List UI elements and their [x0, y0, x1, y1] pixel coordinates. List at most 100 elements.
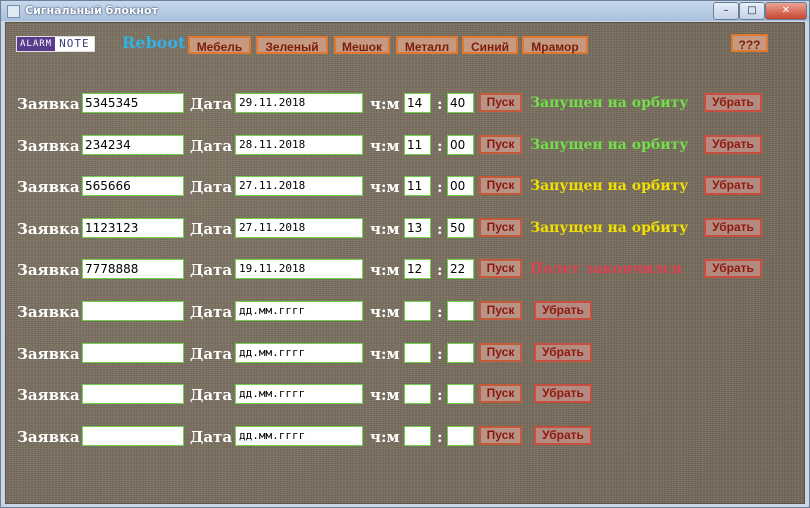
- app-window: Сигнальный блокнот – □ ✕ ALARM NOTE Rebo…: [0, 0, 810, 508]
- time-separator: :: [437, 345, 443, 363]
- status-text: Запущен на орбиту: [530, 220, 689, 236]
- request-number-input[interactable]: 565666: [82, 176, 184, 196]
- logo-alarm: ALARM: [17, 37, 56, 51]
- remove-button[interactable]: Убрать: [534, 426, 592, 445]
- minute-input[interactable]: 50: [447, 218, 474, 238]
- theme-button-green[interactable]: Зеленый: [256, 36, 328, 54]
- date-input[interactable]: дд.мм.гггг: [235, 426, 363, 446]
- remove-button[interactable]: Убрать: [534, 301, 592, 320]
- request-number-input[interactable]: 1123123: [82, 218, 184, 238]
- request-label: Заявка: [17, 95, 80, 113]
- date-label: Дата: [190, 178, 233, 196]
- start-button[interactable]: Пуск: [479, 259, 522, 278]
- app-icon: [7, 5, 20, 18]
- request-label: Заявка: [17, 303, 80, 321]
- status-text: Полет закончился: [530, 261, 682, 277]
- hour-minute-label: ч:м: [370, 95, 400, 113]
- minimize-button[interactable]: –: [713, 2, 739, 20]
- minute-input[interactable]: 40: [447, 93, 474, 113]
- date-label: Дата: [190, 345, 233, 363]
- hour-minute-label: ч:м: [370, 137, 400, 155]
- start-button[interactable]: Пуск: [479, 218, 522, 237]
- minute-input[interactable]: [447, 301, 474, 321]
- date-input[interactable]: дд.мм.гггг: [235, 384, 363, 404]
- maximize-button[interactable]: □: [739, 2, 765, 20]
- hour-input[interactable]: [404, 301, 431, 321]
- hour-input[interactable]: 14: [404, 93, 431, 113]
- time-separator: :: [437, 261, 443, 279]
- minute-input[interactable]: [447, 343, 474, 363]
- hour-input[interactable]: [404, 384, 431, 404]
- hour-input[interactable]: [404, 426, 431, 446]
- remove-button[interactable]: Убрать: [704, 259, 762, 278]
- start-button[interactable]: Пуск: [479, 384, 522, 403]
- time-separator: :: [437, 178, 443, 196]
- request-number-input[interactable]: 5345345: [82, 93, 184, 113]
- request-label: Заявка: [17, 137, 80, 155]
- time-separator: :: [437, 137, 443, 155]
- date-input[interactable]: дд.мм.гггг: [235, 301, 363, 321]
- request-number-input[interactable]: 7778888: [82, 259, 184, 279]
- request-label: Заявка: [17, 178, 80, 196]
- remove-button[interactable]: Убрать: [534, 384, 592, 403]
- hour-input[interactable]: [404, 343, 431, 363]
- theme-button-furniture[interactable]: Мебель: [188, 36, 251, 54]
- hour-minute-label: ч:м: [370, 386, 400, 404]
- hour-minute-label: ч:м: [370, 261, 400, 279]
- reboot-link[interactable]: Reboot: [122, 33, 185, 52]
- app-logo: ALARM NOTE: [16, 36, 95, 52]
- date-label: Дата: [190, 261, 233, 279]
- help-button[interactable]: ???: [731, 34, 768, 52]
- hour-input[interactable]: 11: [404, 176, 431, 196]
- start-button[interactable]: Пуск: [479, 135, 522, 154]
- theme-button-sack[interactable]: Мешок: [334, 36, 390, 54]
- date-label: Дата: [190, 303, 233, 321]
- date-label: Дата: [190, 428, 233, 446]
- request-number-input[interactable]: [82, 301, 184, 321]
- minute-input[interactable]: 00: [447, 135, 474, 155]
- remove-button[interactable]: Убрать: [704, 135, 762, 154]
- date-input[interactable]: 27.11.2018: [235, 218, 363, 238]
- minute-input[interactable]: [447, 426, 474, 446]
- remove-button[interactable]: Убрать: [704, 93, 762, 112]
- close-button[interactable]: ✕: [765, 2, 807, 20]
- hour-minute-label: ч:м: [370, 345, 400, 363]
- hour-input[interactable]: 11: [404, 135, 431, 155]
- title-bar[interactable]: Сигнальный блокнот – □ ✕: [1, 1, 809, 21]
- minute-input[interactable]: 22: [447, 259, 474, 279]
- hour-minute-label: ч:м: [370, 220, 400, 238]
- time-separator: :: [437, 303, 443, 321]
- request-number-input[interactable]: 234234: [82, 135, 184, 155]
- remove-button[interactable]: Убрать: [704, 176, 762, 195]
- date-input[interactable]: 29.11.2018: [235, 93, 363, 113]
- minute-input[interactable]: 00: [447, 176, 474, 196]
- theme-button-marble[interactable]: Мрамор: [522, 36, 588, 54]
- start-button[interactable]: Пуск: [479, 176, 522, 195]
- request-number-input[interactable]: [82, 384, 184, 404]
- request-number-input[interactable]: [82, 343, 184, 363]
- minute-input[interactable]: [447, 384, 474, 404]
- request-label: Заявка: [17, 345, 80, 363]
- start-button[interactable]: Пуск: [479, 343, 522, 362]
- date-input[interactable]: 28.11.2018: [235, 135, 363, 155]
- date-input[interactable]: 27.11.2018: [235, 176, 363, 196]
- request-label: Заявка: [17, 220, 80, 238]
- request-number-input[interactable]: [82, 426, 184, 446]
- date-label: Дата: [190, 95, 233, 113]
- time-separator: :: [437, 386, 443, 404]
- theme-button-blue[interactable]: Синий: [462, 36, 518, 54]
- hour-input[interactable]: 13: [404, 218, 431, 238]
- date-label: Дата: [190, 386, 233, 404]
- start-button[interactable]: Пуск: [479, 426, 522, 445]
- start-button[interactable]: Пуск: [479, 93, 522, 112]
- remove-button[interactable]: Убрать: [704, 218, 762, 237]
- theme-button-metal[interactable]: Металл: [396, 36, 458, 54]
- hour-input[interactable]: 12: [404, 259, 431, 279]
- remove-button[interactable]: Убрать: [534, 343, 592, 362]
- request-label: Заявка: [17, 428, 80, 446]
- date-input[interactable]: 19.11.2018: [235, 259, 363, 279]
- date-input[interactable]: дд.мм.гггг: [235, 343, 363, 363]
- start-button[interactable]: Пуск: [479, 301, 522, 320]
- hour-minute-label: ч:м: [370, 428, 400, 446]
- request-label: Заявка: [17, 386, 80, 404]
